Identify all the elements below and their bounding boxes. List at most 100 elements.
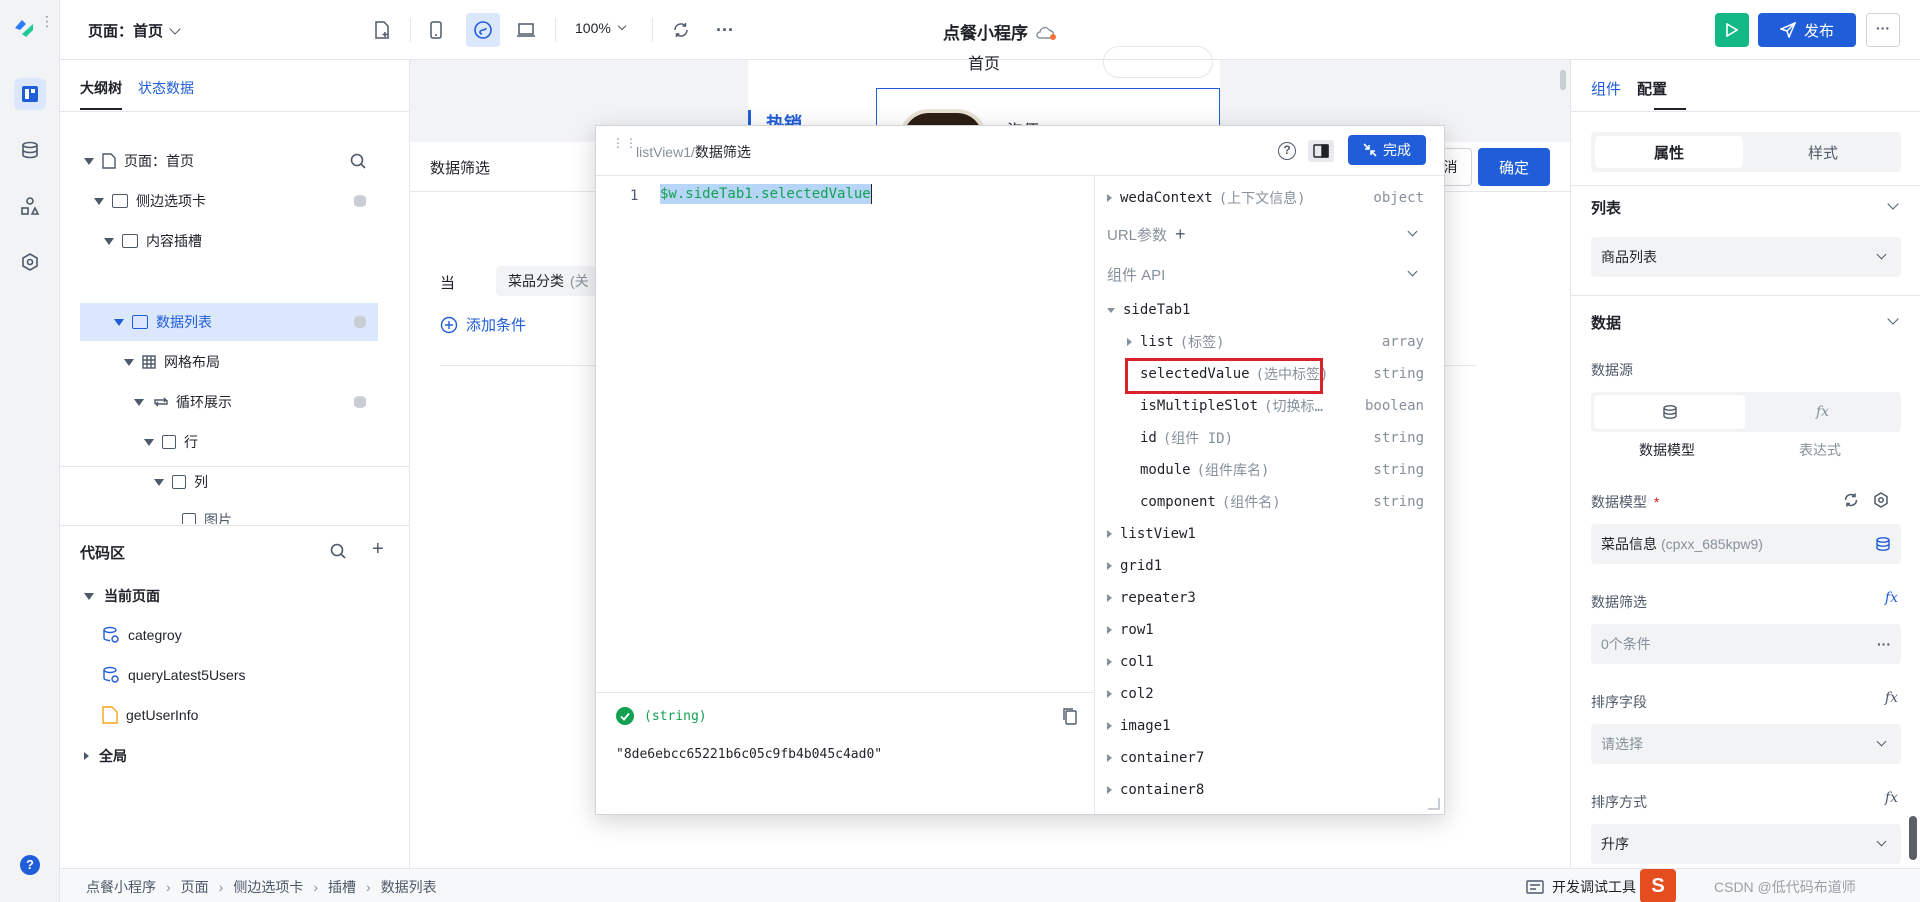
tab-outline-tree[interactable]: 大纲树 bbox=[80, 78, 122, 98]
confirm-button[interactable]: 确定 bbox=[1478, 148, 1550, 186]
database-icon[interactable] bbox=[1875, 536, 1891, 552]
app-logo[interactable] bbox=[12, 16, 36, 40]
run-button[interactable] bbox=[1715, 13, 1749, 47]
publish-button[interactable]: 发布 bbox=[1758, 13, 1856, 47]
api-component-container8[interactable]: container8 bbox=[1107, 778, 1424, 802]
tree-node-slot[interactable]: 内容插槽 bbox=[80, 222, 378, 260]
api-component-col2[interactable]: col2 bbox=[1107, 682, 1424, 706]
breadcrumb-item[interactable]: 点餐小程序 bbox=[86, 877, 156, 897]
fx-icon[interactable]: fx bbox=[1885, 590, 1898, 606]
search-icon[interactable] bbox=[330, 543, 346, 559]
list-select[interactable]: 商品列表 bbox=[1591, 237, 1901, 277]
sort-field-select[interactable]: 请选择 bbox=[1591, 724, 1901, 764]
copy-icon[interactable] bbox=[1062, 707, 1078, 725]
add-page-icon[interactable] bbox=[368, 16, 396, 44]
sort-order-select[interactable]: 升序 bbox=[1591, 824, 1901, 864]
add-condition-button[interactable]: 添加条件 bbox=[440, 314, 526, 335]
data-filter-field[interactable]: 0个条件 ··· bbox=[1591, 624, 1901, 664]
seg-styles[interactable]: 样式 bbox=[1749, 136, 1897, 168]
chevron-down-icon[interactable] bbox=[1887, 198, 1899, 210]
condition-field-select[interactable]: 菜品分类 (关 bbox=[496, 266, 596, 296]
api-prop-ismultipleslot[interactable]: isMultipleSlot (切换标… boolean bbox=[1107, 394, 1424, 418]
add-code-icon[interactable]: + bbox=[372, 538, 384, 561]
api-component-container7[interactable]: container7 bbox=[1107, 746, 1424, 770]
api-prop-list[interactable]: list (标签) array bbox=[1107, 330, 1424, 354]
devtools-button[interactable]: 开发调试工具 bbox=[1526, 877, 1636, 897]
datasource-model-option[interactable] bbox=[1594, 395, 1745, 429]
api-weda-context[interactable]: wedaContext (上下文信息) object bbox=[1107, 186, 1424, 210]
side-panel-toggle-icon[interactable] bbox=[1308, 140, 1334, 162]
tree-node-grid[interactable]: 网格布局 bbox=[80, 343, 378, 381]
desktop-view-icon[interactable] bbox=[512, 16, 540, 44]
code-line[interactable]: $w.sideTab1.selectedValue bbox=[660, 184, 872, 204]
refresh-icon[interactable] bbox=[667, 16, 695, 44]
api-component-image1[interactable]: image1 bbox=[1107, 714, 1424, 738]
tree-node-repeater[interactable]: 循环展示 bbox=[80, 383, 378, 421]
tab-state-data[interactable]: 状态数据 bbox=[138, 78, 194, 98]
api-component-row1[interactable]: row1 bbox=[1107, 618, 1424, 642]
settings-hex-icon[interactable] bbox=[14, 246, 46, 278]
tree-node-page[interactable]: 页面：首页 bbox=[80, 142, 378, 180]
more-icon[interactable]: ··· bbox=[711, 16, 739, 44]
done-button[interactable]: 完成 bbox=[1348, 135, 1426, 165]
condition-field-value: 菜品分类 bbox=[508, 273, 564, 289]
api-url-params[interactable]: URL参数 + bbox=[1107, 222, 1424, 246]
fx-icon[interactable]: fx bbox=[1885, 690, 1898, 706]
tree-node-datalist[interactable]: 数据列表 bbox=[80, 303, 378, 341]
tree-node-sidetab[interactable]: 侧边选项卡 bbox=[80, 182, 378, 220]
api-component-repeater3[interactable]: repeater3 bbox=[1107, 586, 1424, 610]
more-icon[interactable]: ··· bbox=[1877, 636, 1891, 652]
fx-icon[interactable]: fx bbox=[1885, 790, 1898, 806]
refresh-icon[interactable] bbox=[1843, 492, 1859, 508]
canvas-scrollbar[interactable] bbox=[1560, 70, 1566, 90]
tree-node-row[interactable]: 行 bbox=[80, 423, 378, 461]
right-panel-scrollbar[interactable] bbox=[1909, 816, 1917, 860]
api-prop-module[interactable]: module (组件库名) string bbox=[1107, 458, 1424, 482]
data-filter-value: 0个条件 bbox=[1601, 636, 1651, 652]
help-icon[interactable]: ? bbox=[20, 855, 40, 875]
help-icon[interactable]: ? bbox=[1278, 142, 1296, 160]
drag-handle-icon[interactable]: ⋮⋮ bbox=[612, 137, 638, 149]
more-menu-button[interactable]: ··· bbox=[1866, 13, 1900, 47]
list-section-title[interactable]: 列表 bbox=[1591, 197, 1621, 218]
code-item-getuserinfo[interactable]: getUserInfo bbox=[102, 706, 198, 724]
breadcrumb-item[interactable]: 侧边选项卡 bbox=[233, 877, 303, 897]
data-section-title[interactable]: 数据 bbox=[1591, 312, 1621, 333]
api-prop-component[interactable]: component (组件名) string bbox=[1107, 490, 1424, 514]
code-item-categroy[interactable]: categroy bbox=[102, 626, 182, 644]
breadcrumb-parent[interactable]: listView1 bbox=[636, 144, 691, 160]
components-icon[interactable] bbox=[14, 190, 46, 222]
api-sidetab1[interactable]: sideTab1 bbox=[1107, 298, 1424, 322]
api-component-api[interactable]: 组件 API bbox=[1107, 262, 1424, 286]
chevron-down-icon[interactable] bbox=[1887, 313, 1899, 325]
more-dots-icon[interactable]: ⋮ bbox=[40, 14, 54, 28]
tab-components[interactable]: 组件 bbox=[1591, 78, 1621, 99]
breadcrumb-item[interactable]: 页面 bbox=[181, 877, 209, 897]
outline-nav-icon[interactable] bbox=[14, 78, 46, 110]
api-component-listview1[interactable]: listView1 bbox=[1107, 522, 1424, 546]
code-item-querylatest[interactable]: queryLatest5Users bbox=[102, 666, 246, 684]
code-editor[interactable]: 1 $w.sideTab1.selectedValue bbox=[596, 176, 1094, 692]
api-component-col1[interactable]: col1 bbox=[1107, 650, 1424, 674]
add-icon[interactable]: + bbox=[1175, 224, 1186, 245]
zoom-selector[interactable]: 100% bbox=[575, 20, 627, 36]
datasource-expression-option[interactable]: fx bbox=[1747, 395, 1898, 429]
search-icon[interactable] bbox=[350, 153, 366, 169]
database-icon[interactable] bbox=[14, 134, 46, 166]
cancel-label: 消 bbox=[1443, 159, 1458, 175]
global-group[interactable]: 全局 bbox=[84, 746, 127, 766]
resize-handle-icon[interactable] bbox=[1428, 798, 1440, 810]
data-model-field[interactable]: 菜品信息 (cpxx_685kpw9) bbox=[1591, 524, 1901, 564]
breadcrumb-item[interactable]: 数据列表 bbox=[381, 877, 437, 897]
tab-config[interactable]: 配置 bbox=[1637, 78, 1667, 99]
page-selector[interactable]: 页面：首页 bbox=[88, 20, 181, 41]
current-page-group[interactable]: 当前页面 bbox=[84, 586, 160, 606]
breadcrumb-item[interactable]: 插槽 bbox=[328, 877, 356, 897]
miniprogram-view-icon[interactable] bbox=[466, 13, 500, 47]
tree-node-col[interactable]: 列 bbox=[80, 463, 378, 501]
seg-properties[interactable]: 属性 bbox=[1595, 136, 1743, 168]
mobile-view-icon[interactable] bbox=[422, 16, 450, 44]
api-prop-id[interactable]: id (组件 ID) string bbox=[1107, 426, 1424, 450]
settings-icon[interactable] bbox=[1873, 492, 1889, 508]
api-component-grid1[interactable]: grid1 bbox=[1107, 554, 1424, 578]
